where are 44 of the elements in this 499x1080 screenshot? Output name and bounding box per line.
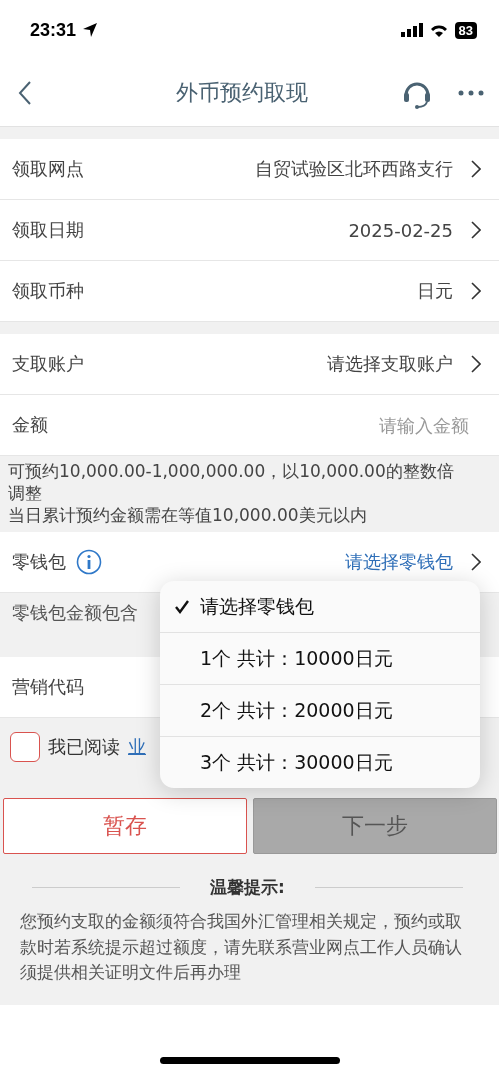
menu-item-label: 1个 共计：10000日元	[200, 645, 393, 671]
amount-note: 当日累计预约金额需在等值10,000.00美元以内	[8, 504, 368, 527]
row-label: 营销代码	[12, 675, 84, 700]
chevron-icon	[471, 355, 481, 373]
tips-title: 温馨提示:	[210, 876, 285, 900]
info-icon[interactable]	[76, 549, 102, 576]
menu-item[interactable]: 1个 共计：10000日元	[160, 633, 480, 685]
amount-field[interactable]: 请输入金额	[269, 414, 481, 436]
row-label: 领取币种	[12, 279, 84, 303]
chevron-icon	[471, 282, 481, 300]
wallet-value: 请选择零钱包	[345, 550, 453, 575]
row-value: 2025-02-25	[348, 219, 453, 241]
row-value: 自贸试验区北环西路支行	[255, 157, 453, 181]
row-label: 领取网点	[12, 157, 84, 181]
back-icon[interactable]	[18, 80, 32, 106]
agree-text: 我已阅读	[48, 735, 120, 760]
menu-item-label: 3个 共计：30000日元	[200, 749, 393, 775]
page-title: 外币预约取现	[174, 79, 309, 107]
row-label: 零钱包	[12, 550, 66, 575]
agree-checkbox[interactable]	[10, 732, 40, 763]
menu-item[interactable]: 2个 共计：20000日元	[160, 685, 480, 737]
chevron-icon	[471, 221, 481, 239]
menu-item-label: 2个 共计：20000日元	[200, 697, 393, 723]
wallet-note: 零钱包金额包含	[12, 602, 138, 624]
row-label: 金额	[12, 413, 48, 437]
tips-text: 您预约支取的金额须符合我国外汇管理相关规定，预约或取款时若系统提示超过额度，请先联系营业网点工作人员确认须提供相关证明文件后再办理	[20, 910, 463, 985]
location-arrow-icon	[82, 22, 99, 38]
chevron-icon	[471, 160, 481, 178]
save-draft-button[interactable]: 暂存	[3, 798, 247, 855]
menu-item[interactable]: 请选择零钱包	[160, 581, 480, 633]
menu-item[interactable]: 3个 共计：30000日元	[160, 737, 480, 788]
battery-icon: 83	[454, 21, 477, 39]
row-label: 支取账户	[12, 352, 84, 376]
row-value: 日元	[417, 279, 453, 303]
row-value: 请选择支取账户	[327, 352, 453, 376]
chevron-icon	[471, 553, 481, 572]
status-time: 23:31	[30, 19, 77, 41]
check-icon	[174, 598, 190, 615]
agreement-link[interactable]: 业	[128, 735, 146, 760]
amount-note: 可预约10,000.00-1,000,000.00，以10,000.00的整数倍调整	[8, 460, 455, 505]
row-label: 领取日期	[12, 218, 84, 242]
more-icon[interactable]	[457, 89, 485, 97]
menu-item-label: 请选择零钱包	[200, 593, 314, 619]
signal-icon	[400, 23, 423, 37]
